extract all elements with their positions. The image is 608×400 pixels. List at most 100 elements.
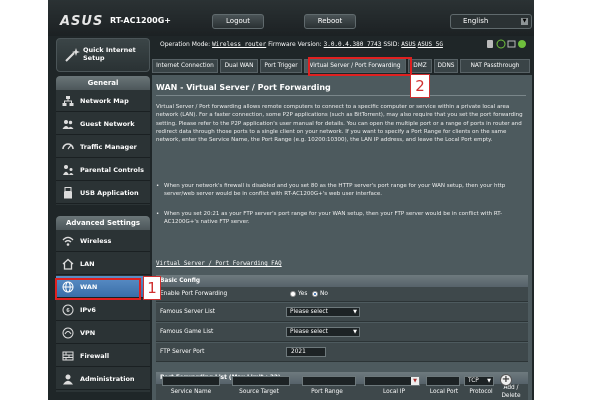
traffic-manager-icon <box>62 143 74 150</box>
sidebar-item-label: Traffic Manager <box>80 143 137 151</box>
qis-label-line2: Setup <box>83 54 105 62</box>
local-port-input[interactable] <box>426 376 460 386</box>
firmware-value-link[interactable]: 3.0.0.4.380_7743 <box>324 41 382 48</box>
wireless-icon <box>62 236 74 246</box>
famous-game-select[interactable]: Please select ▼ <box>286 327 360 337</box>
note-text: When your network's firewall is disabled… <box>164 183 506 198</box>
bullet-dot-icon: • <box>156 211 160 217</box>
tab-nat-passthrough[interactable]: NAT Passthrough <box>460 59 530 73</box>
sidebar-item-lan[interactable]: LAN <box>56 253 150 275</box>
chevron-down-icon: ▼ <box>353 309 357 315</box>
note-text: When you set 20:21 as your FTP server's … <box>164 211 503 226</box>
usb-status-icon[interactable] <box>507 40 516 48</box>
chevron-down-icon: ▼ <box>353 329 357 335</box>
language-select[interactable]: English ▼ <box>450 14 532 29</box>
general-section-title: General <box>56 76 150 90</box>
service-name-input[interactable] <box>162 376 220 386</box>
router-admin-page: ASUS RT-AC1200G+ Logout Reboot English ▼… <box>48 0 534 400</box>
sidebar-item-usb-application[interactable]: USB Application <box>56 182 150 204</box>
opmode-value-link[interactable]: Wireless router <box>212 41 266 48</box>
sidebar-item-parental-controls[interactable]: Parental Controls <box>56 159 150 181</box>
bullet-dot-icon: • <box>156 183 160 189</box>
network-status-icon[interactable] <box>487 40 493 48</box>
logout-button[interactable]: Logout <box>212 14 264 29</box>
internet-status-icon[interactable] <box>496 39 506 49</box>
sidebar-item-vpn[interactable]: VPN <box>56 322 150 344</box>
reboot-button[interactable]: Reboot <box>304 14 356 29</box>
status-icons <box>487 39 526 49</box>
famous-server-row: Famous Server List Please select ▼ <box>156 303 528 322</box>
protocol-select[interactable]: TCP ▼ <box>464 376 494 386</box>
guest-network-icon <box>62 120 74 129</box>
add-rule-button[interactable]: + <box>500 374 512 386</box>
pf-column-header-row: Service Name Source Target Port Range Lo… <box>156 384 528 400</box>
top-bar: ASUS RT-AC1200G+ Logout Reboot English ▼ <box>48 0 534 36</box>
advanced-nav: Wireless LAN WAN 6 IPv6 VPN Firewall Adm… <box>56 230 150 392</box>
enable-port-forwarding-label: Enable Port Forwarding <box>160 291 228 297</box>
sidebar-item-wireless[interactable]: Wireless <box>56 230 150 252</box>
note-ftp-conflict: • When you set 20:21 as your FTP server'… <box>156 210 526 227</box>
sidebar-item-administration[interactable]: Administration <box>56 368 150 390</box>
col-local-ip: Local IP <box>382 389 406 395</box>
radio-no-label: No <box>320 291 328 297</box>
usb-icon <box>64 187 72 199</box>
sidebar-item-label: Firewall <box>80 352 110 360</box>
radio-yes-label: Yes <box>298 291 308 297</box>
radio-no[interactable] <box>312 291 318 297</box>
ftp-server-port-label: FTP Server Port <box>160 349 205 355</box>
model-name: RT-AC1200G+ <box>110 16 171 25</box>
tab-internet-connection[interactable]: Internet Connection <box>152 59 218 73</box>
administration-icon <box>63 374 73 385</box>
col-local-port: Local Port <box>429 389 459 395</box>
sidebar-item-label: IPv6 <box>80 306 96 314</box>
note-http-conflict: • When your network's firewall is disabl… <box>156 182 526 199</box>
firewall-icon <box>62 351 74 361</box>
parental-controls-icon <box>63 165 74 175</box>
ssid-24g-link[interactable]: ASUS <box>401 41 415 48</box>
ftp-server-port-row: FTP Server Port 2021 <box>156 343 528 362</box>
col-protocol: Protocol <box>469 389 493 395</box>
quick-internet-setup-button[interactable]: Quick Internet Setup <box>56 38 150 72</box>
main-content: Operation Mode: Wireless router Firmware… <box>152 37 532 400</box>
famous-server-select[interactable]: Please select ▼ <box>286 307 360 317</box>
sidebar-item-network-map[interactable]: Network Map <box>56 90 150 112</box>
sidebar-item-guest-network[interactable]: Guest Network <box>56 113 150 135</box>
local-ip-dropdown-icon[interactable]: ▼ <box>411 377 419 385</box>
sidebar-item-ipv6[interactable]: 6 IPv6 <box>56 299 150 321</box>
famous-server-label: Famous Server List <box>160 309 216 315</box>
general-nav: Network Map Guest Network Traffic Manage… <box>56 90 150 205</box>
qis-label-line1: Quick Internet <box>83 46 136 54</box>
sidebar-item-traffic-manager[interactable]: Traffic Manager <box>56 136 150 158</box>
famous-game-value: Please select <box>290 329 328 335</box>
tab-dual-wan[interactable]: Dual WAN <box>220 59 258 73</box>
annotation-highlight-tab <box>308 57 412 76</box>
wand-icon <box>65 48 80 62</box>
protocol-value: TCP <box>468 378 479 384</box>
tab-ddns[interactable]: DDNS <box>434 59 458 73</box>
col-service-name: Service Name <box>170 389 212 395</box>
famous-game-label: Famous Game List <box>160 329 214 335</box>
svg-text:6: 6 <box>66 308 70 314</box>
col-source-target: Source Target <box>239 389 279 395</box>
ssid-label: SSID: <box>383 41 400 48</box>
lan-icon <box>62 258 74 270</box>
basic-config-header: Basic Config <box>156 275 528 287</box>
local-ip-input[interactable]: ▼ <box>364 376 420 386</box>
col-add-delete: Add / Delete <box>501 385 521 399</box>
ftp-server-port-input[interactable]: 2021 <box>286 347 326 357</box>
language-value: English <box>463 17 489 25</box>
advanced-section-title: Advanced Settings <box>56 216 150 230</box>
annotation-highlight-wan <box>55 278 141 300</box>
sidebar-item-label: Wireless <box>80 237 112 245</box>
tab-port-trigger[interactable]: Port Trigger <box>260 59 302 73</box>
sidebar-item-firewall[interactable]: Firewall <box>56 345 150 367</box>
port-range-input[interactable] <box>302 376 356 386</box>
ssid-5g-link[interactable]: ASUS_5G <box>418 41 443 48</box>
faq-link[interactable]: Virtual Server / Port Forwarding FAQ <box>156 261 282 267</box>
ipv6-icon: 6 <box>62 304 74 316</box>
famous-game-row: Famous Game List Please select ▼ <box>156 323 528 342</box>
sidebar-item-label: Guest Network <box>80 120 135 128</box>
source-target-input[interactable] <box>232 376 290 386</box>
app-status-icon[interactable] <box>518 40 526 48</box>
radio-yes[interactable] <box>290 291 296 297</box>
